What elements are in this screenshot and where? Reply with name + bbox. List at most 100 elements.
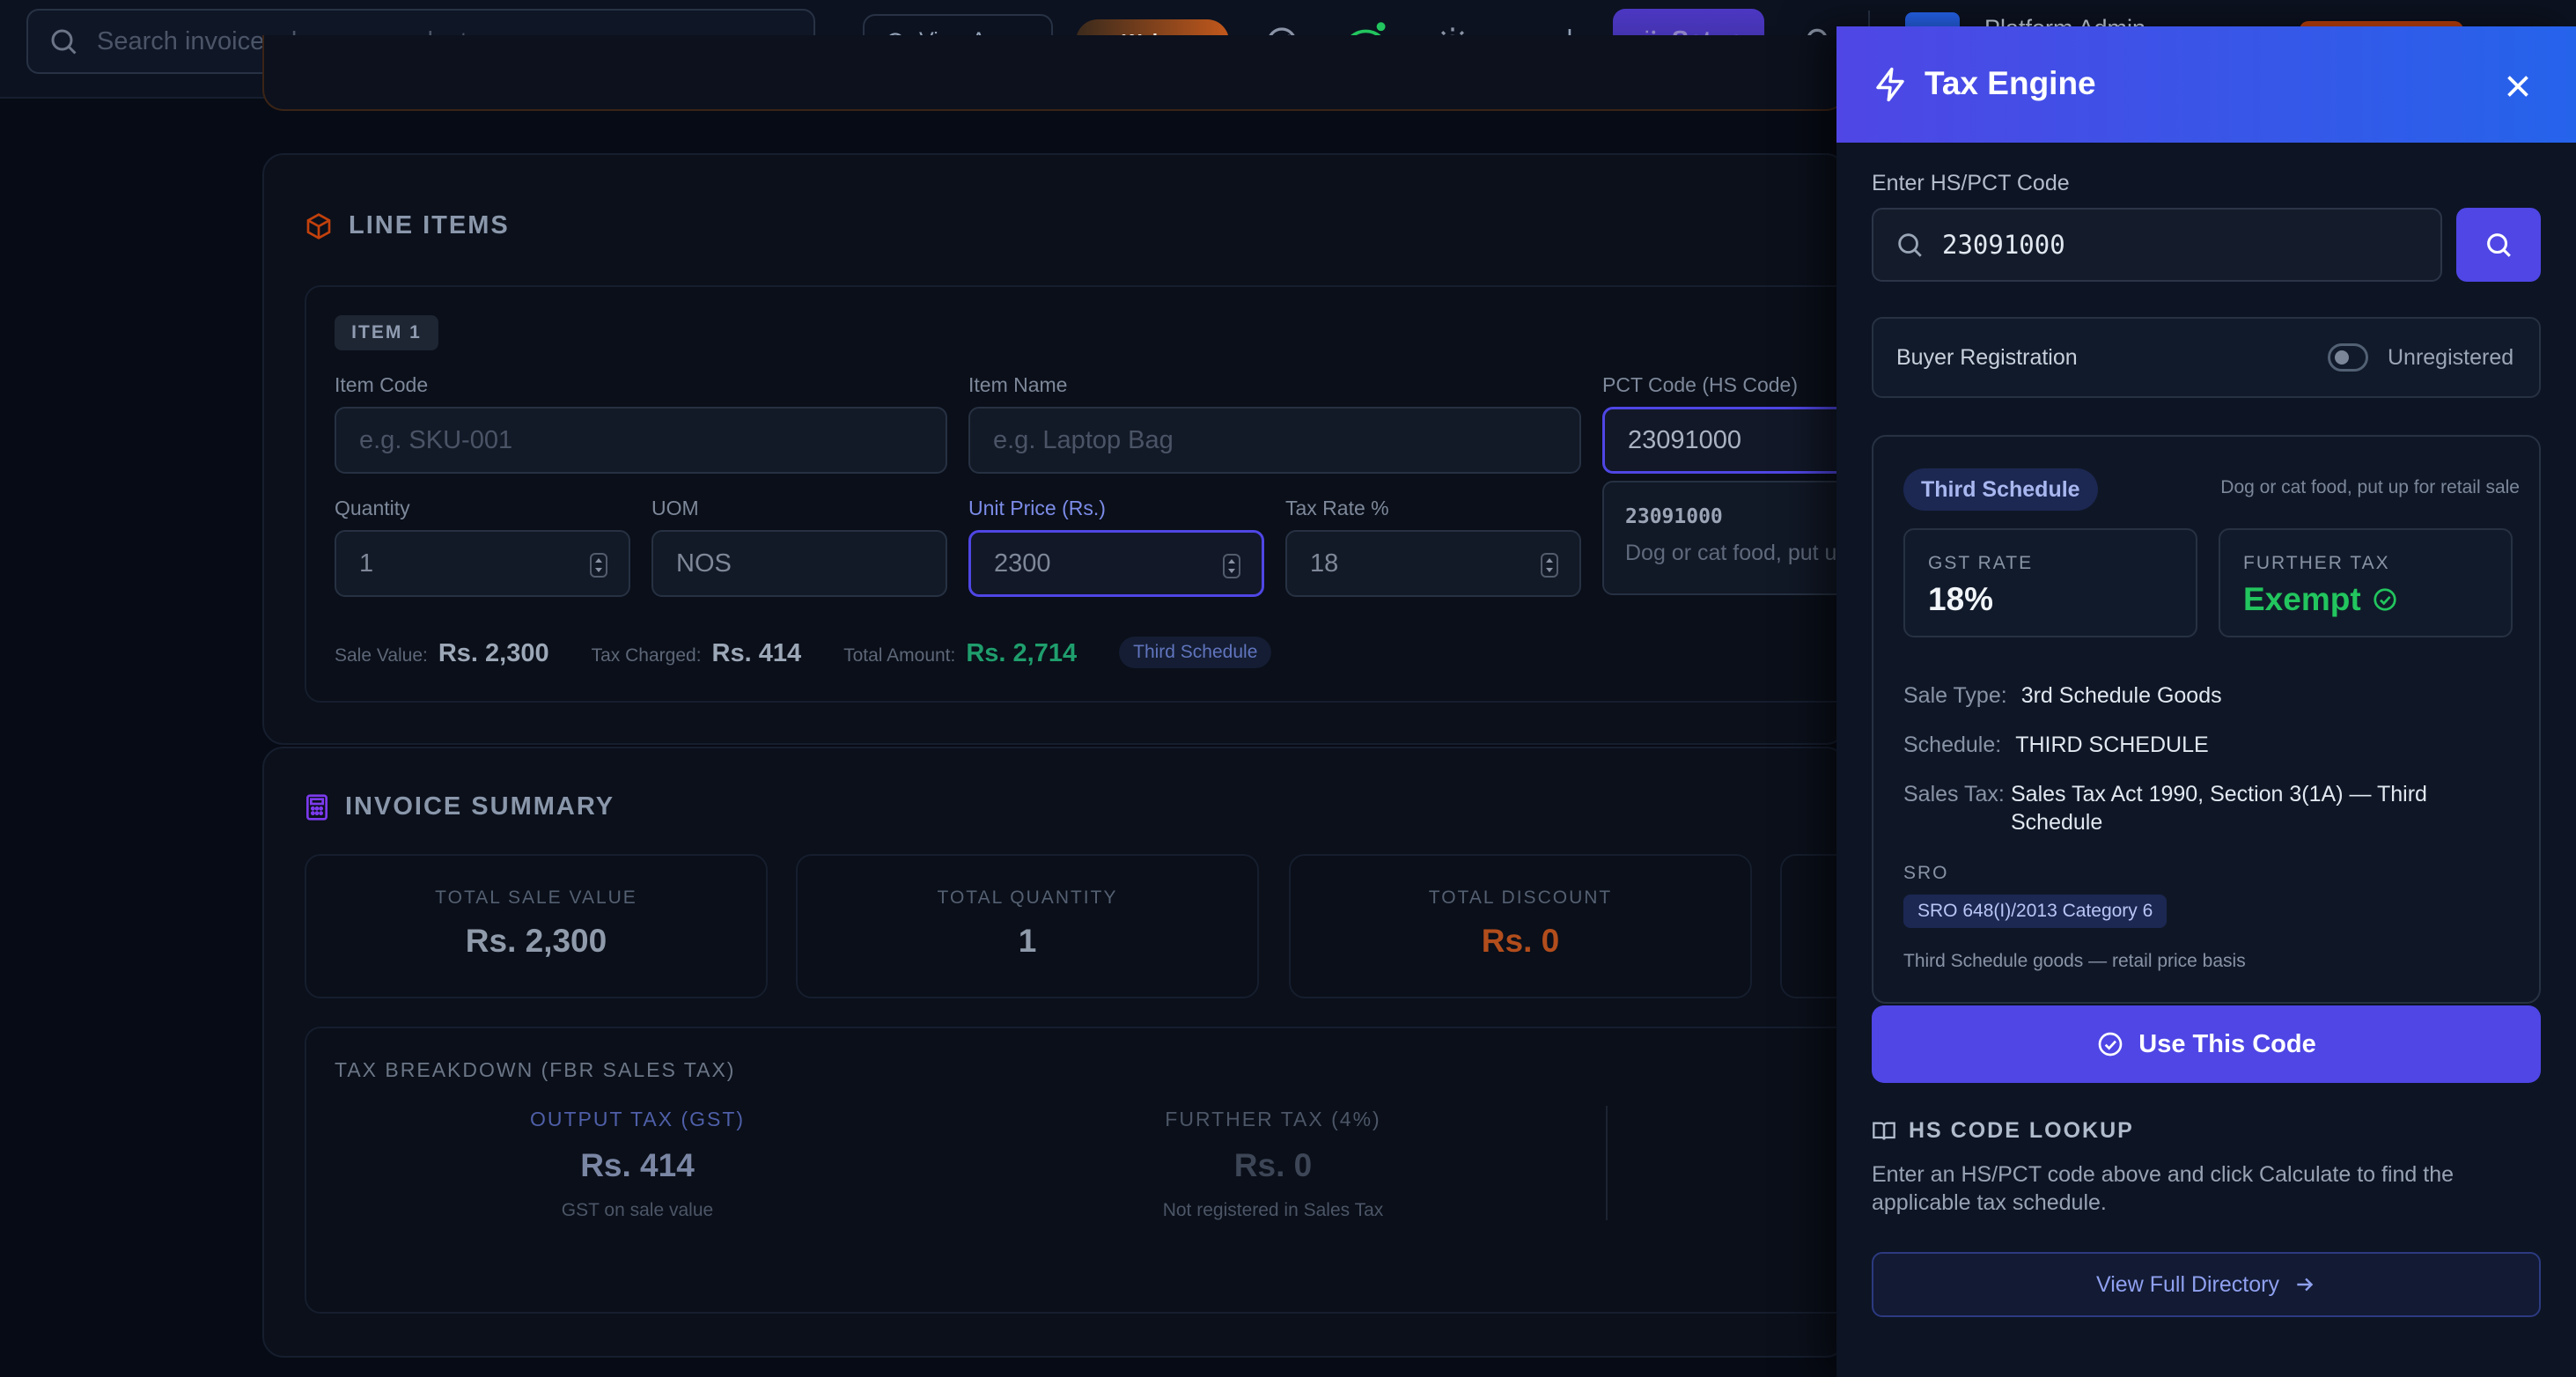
sale-type-row: Sale Type: 3rd Schedule Goods [1903, 683, 2222, 709]
tax-result-card: Third Schedule Dog or cat food, put up f… [1872, 435, 2541, 1004]
quantity-label: Quantity [335, 497, 410, 519]
pct-code-label: PCT Code (HS Code) [1602, 373, 1798, 396]
item-name-input[interactable]: e.g. Laptop Bag [968, 407, 1581, 474]
gst-rate-card: GST RATE 18% [1903, 528, 2197, 637]
tax-rate-label: Tax Rate % [1285, 497, 1389, 519]
tax-charged-label: Tax Charged: [591, 645, 702, 666]
buyer-registration-label: Buyer Registration [1896, 345, 2078, 370]
sales-tax-value: Sales Tax Act 1990, Section 3(1A) — Thir… [2011, 782, 2427, 835]
check-circle-icon [2374, 588, 2396, 611]
hs-code-field[interactable] [1872, 208, 2442, 282]
invoice-summary-header: INVOICE SUMMARY [305, 792, 615, 821]
further-tax-card: FURTHER TAX Exempt [2219, 528, 2513, 637]
stepper-icon[interactable] [1223, 554, 1240, 578]
schedule-badge: Third Schedule [1119, 637, 1272, 668]
tax-rate-stepper[interactable]: 18 [1285, 530, 1581, 597]
schedule-description: Dog or cat food, put up for retail sale [2220, 477, 2520, 497]
further-tax-status: Exempt [2243, 581, 2398, 618]
schedule-note: Third Schedule goods — retail price basi… [1903, 951, 2246, 971]
drawer-header: Tax Engine [1836, 26, 2576, 143]
further-tax-label: FURTHER TAX [2243, 553, 2390, 573]
total-amount-label: Total Amount: [843, 645, 956, 666]
item-chip: ITEM 1 [335, 315, 438, 350]
schedule-value: THIRD SCHEDULE [2015, 733, 2209, 757]
sro-chip: SRO 648(I)/2013 Category 6 [1903, 895, 2168, 928]
schedule-chip: Third Schedule [1903, 468, 2098, 511]
unit-price-value: 2300 [994, 549, 1051, 578]
unit-price-label: Unit Price (Rs.) [968, 497, 1106, 519]
further-tax-label: FURTHER TAX (4%) [1165, 1108, 1381, 1130]
previous-card [262, 35, 1847, 111]
pct-code-input[interactable]: 23091000 [1602, 407, 1866, 474]
stepper-icon[interactable] [1541, 553, 1558, 578]
use-this-code-button[interactable]: Use This Code [1872, 1005, 2541, 1083]
buyer-registration-status: Unregistered [2388, 345, 2514, 370]
search-icon [1898, 233, 1922, 257]
summary-value: Rs. 0 [1481, 923, 1560, 959]
sro-label: SRO [1903, 863, 1949, 883]
summary-label: TOTAL QUANTITY [937, 887, 1118, 908]
sale-type-value: 3rd Schedule Goods [2020, 683, 2222, 708]
bolt-icon [1876, 67, 1904, 102]
box-icon [306, 212, 331, 239]
summary-card-discount: TOTAL DISCOUNT Rs. 0 [1289, 854, 1752, 998]
buyer-registration-toggle[interactable] [2328, 343, 2368, 372]
buyer-registration-row: Buyer Registration Unregistered [1872, 317, 2541, 398]
sale-type-label: Sale Type: [1903, 683, 2007, 708]
unit-price-stepper[interactable]: 2300 [968, 530, 1264, 597]
tax-rate-value: 18 [1310, 549, 1339, 578]
calculator-icon [306, 793, 328, 821]
gst-rate-label: GST RATE [1928, 553, 2034, 573]
close-icon[interactable] [2502, 70, 2534, 102]
line-items-header: LINE ITEMS [305, 211, 510, 240]
output-tax-label: OUTPUT TAX (GST) [529, 1108, 746, 1130]
hs-lookup-header: HS CODE LOOKUP [1872, 1118, 2134, 1144]
arrow-right-icon [2297, 1278, 2314, 1292]
further-tax-sub: Not registered in Sales Tax [1162, 1200, 1384, 1220]
tax-charged: Rs. 414 [711, 639, 802, 667]
tax-breakdown-title: TAX BREAKDOWN (FBR SALES TAX) [335, 1058, 736, 1081]
line-totals: Sale Value: Rs. 2,300 Tax Charged: Rs. 4… [335, 637, 1272, 672]
sales-tax-label: Sales Tax: [1903, 782, 2005, 806]
item-name-label: Item Name [968, 373, 1068, 396]
summary-card-sale-value: TOTAL SALE VALUE Rs. 2,300 [305, 854, 768, 998]
item-code-input[interactable]: e.g. SKU-001 [335, 407, 947, 474]
total-amount: Rs. 2,714 [966, 639, 1078, 667]
gst-rate-value: 18% [1928, 581, 1994, 617]
invoice-summary-title: INVOICE SUMMARY [345, 792, 615, 821]
output-tax-sub: GST on sale value [561, 1200, 714, 1220]
hs-search-button[interactable] [2456, 208, 2541, 282]
line-items-title: LINE ITEMS [349, 211, 510, 239]
book-icon [1873, 1122, 1895, 1140]
uom-select[interactable]: NOS [651, 530, 947, 597]
hs-lookup-description: Enter an HS/PCT code above and click Cal… [1872, 1162, 2455, 1215]
search-icon [51, 29, 77, 55]
search-icon [2487, 233, 2511, 257]
further-tax-value: Rs. 0 [1233, 1147, 1313, 1183]
summary-label: TOTAL SALE VALUE [435, 887, 637, 908]
schedule-label: Schedule: [1903, 733, 2002, 757]
tax-engine-drawer: Tax Engine Enter HS/PCT Code Buyer Regis… [1836, 26, 2576, 1377]
item-code-label: Item Code [335, 373, 429, 396]
output-tax: OUTPUT TAX (GST) Rs. 414 GST on sale val… [417, 1108, 857, 1221]
stepper-icon[interactable] [590, 553, 607, 578]
quantity-stepper[interactable]: 1 [335, 530, 630, 597]
tax-divider [1606, 1106, 1608, 1220]
further-tax: FURTHER TAX (4%) Rs. 0 Not registered in… [1053, 1108, 1493, 1221]
summary-value: Rs. 2,300 [465, 923, 607, 959]
output-tax-value: Rs. 414 [580, 1147, 695, 1183]
schedule-row: Schedule: THIRD SCHEDULE [1903, 733, 2209, 758]
view-full-directory-label: View Full Directory [2096, 1271, 2279, 1297]
view-full-directory-button[interactable]: View Full Directory [1872, 1252, 2541, 1317]
summary-value: 1 [1018, 923, 1037, 959]
quantity-value: 1 [359, 549, 374, 578]
hs-code-label: Enter HS/PCT Code [1872, 171, 2070, 195]
sale-value: Rs. 2,300 [438, 639, 549, 667]
summary-label: TOTAL DISCOUNT [1428, 887, 1613, 908]
hs-code-input[interactable] [1942, 230, 2435, 260]
uom-label: UOM [651, 497, 699, 519]
check-circle-icon [2098, 1032, 2123, 1057]
drawer-title: Tax Engine [1925, 65, 2096, 101]
hs-lookup-title: HS CODE LOOKUP [1909, 1118, 2134, 1143]
use-this-code-label: Use This Code [2138, 1029, 2316, 1058]
